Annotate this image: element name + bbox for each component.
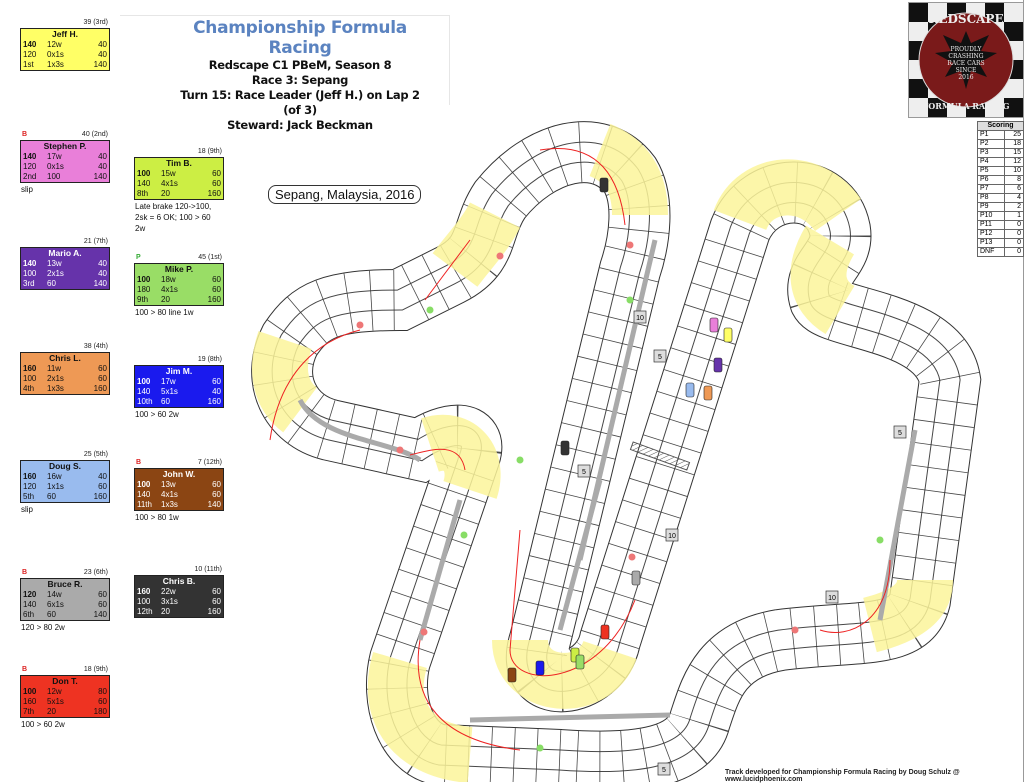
race-car-icon	[709, 317, 719, 333]
corner-zone	[713, 159, 861, 233]
redscape-logo: REDSCAPE PROUDLY CRASHING RACE CARS SINC…	[908, 2, 1024, 118]
start-dot	[536, 744, 544, 752]
scoring-title: Scoring	[977, 121, 1024, 131]
logo-line: CRASHING	[948, 53, 983, 60]
logo-line: RACE CARS	[947, 60, 984, 67]
race-car-icon	[535, 660, 545, 676]
scoring-position: P7	[977, 184, 1005, 194]
logo-line: PROUDLY	[951, 46, 983, 53]
start-dot	[876, 536, 884, 544]
end-dot	[496, 252, 504, 260]
scoring-points: 0	[1004, 229, 1024, 239]
corner-zone	[432, 201, 521, 288]
logo-line: 2016	[958, 74, 973, 81]
scoring-row: P10 1	[977, 211, 1024, 221]
scoring-points: 6	[1004, 184, 1024, 194]
scoring-row: P8 4	[977, 193, 1024, 203]
scoring-points: 25	[1004, 130, 1024, 140]
distance-marker-label: 5	[658, 354, 662, 361]
race-car-icon	[713, 357, 723, 373]
scoring-position: P3	[977, 148, 1005, 158]
scoring-row: P2 18	[977, 139, 1024, 149]
scoring-row: P3 15	[977, 148, 1024, 158]
scoring-points: 0	[1004, 220, 1024, 230]
race-car-icon	[507, 667, 517, 683]
scoring-points: 1	[1004, 211, 1024, 221]
scoring-points: 18	[1004, 139, 1024, 149]
track-layer: 10 5 5 10 5 10 5	[251, 121, 982, 782]
race-car-icon	[575, 654, 585, 670]
end-dot	[356, 321, 364, 329]
corner-zone	[367, 651, 474, 782]
race-car-icon	[560, 440, 570, 456]
corner-zone	[252, 331, 319, 433]
scoring-points: 0	[1004, 238, 1024, 248]
distance-marker-label: 5	[898, 430, 902, 437]
end-dot	[628, 553, 636, 561]
logo-bottom-text: FORMULA RACING	[923, 101, 1010, 111]
scoring-position: P2	[977, 139, 1005, 149]
race-car-icon	[631, 570, 641, 586]
scoring-row: P1 25	[977, 130, 1024, 140]
start-dot	[626, 296, 634, 304]
distance-marker-label: 10	[828, 595, 836, 602]
scoring-position: P6	[977, 175, 1005, 185]
barrier	[469, 712, 671, 723]
scoring-position: P10	[977, 211, 1005, 221]
end-dot	[791, 626, 799, 634]
logo-line: SINCE	[956, 67, 977, 74]
footer-credit: Track developed for Championship Formula…	[725, 769, 960, 783]
scoring-row: DNF 0	[977, 247, 1024, 257]
scoring-position: P4	[977, 157, 1005, 167]
location-label: Sepang, Malaysia, 2016	[268, 185, 422, 204]
scoring-row: P5 10	[977, 166, 1024, 176]
scoring-table: Scoring P1 25 P2 18 P3 15 P4 12 P5 10 P6 8 P7 …	[977, 121, 1024, 257]
scoring-row: P12 0	[977, 229, 1024, 239]
distance-marker-label: 5	[662, 767, 666, 774]
race-car-icon	[723, 327, 733, 343]
logo-top-text: REDSCAPE	[928, 12, 1003, 26]
scoring-points: 0	[1004, 247, 1024, 257]
scoring-position: P1	[977, 130, 1005, 140]
scoring-points: 4	[1004, 193, 1024, 203]
scoring-position: P11	[977, 220, 1005, 230]
start-dot	[460, 531, 468, 539]
race-car-icon	[685, 382, 695, 398]
scoring-row: P13 0	[977, 238, 1024, 248]
scoring-points: 2	[1004, 202, 1024, 212]
scoring-row: P4 12	[977, 157, 1024, 167]
scoring-position: P13	[977, 238, 1005, 248]
distance-marker-label: 5	[582, 469, 586, 476]
scoring-points: 8	[1004, 175, 1024, 185]
scoring-points: 15	[1004, 148, 1024, 158]
race-track: 10 5 5 10 5 10 5	[251, 121, 982, 782]
distance-marker-label: 10	[668, 533, 676, 540]
scoring-position: P5	[977, 166, 1005, 176]
race-car-icon	[703, 385, 713, 401]
scoring-row: P11 0	[977, 220, 1024, 230]
end-dot	[396, 446, 404, 454]
scoring-row: P6 8	[977, 175, 1024, 185]
scoring-points: 10	[1004, 166, 1024, 176]
scoring-position: P12	[977, 229, 1005, 239]
end-dot	[626, 241, 634, 249]
scoring-row: P9 2	[977, 202, 1024, 212]
corner-zone	[790, 225, 857, 334]
start-dot	[426, 306, 434, 314]
start-dot	[516, 456, 524, 464]
scoring-position: DNF	[977, 247, 1005, 257]
scoring-position: P8	[977, 193, 1005, 203]
end-dot	[420, 628, 428, 636]
scoring-position: P9	[977, 202, 1005, 212]
race-car-icon	[600, 624, 610, 640]
scoring-row: P7 6	[977, 184, 1024, 194]
distance-marker-label: 10	[636, 315, 644, 322]
scoring-points: 12	[1004, 157, 1024, 167]
race-car-icon	[599, 177, 609, 193]
